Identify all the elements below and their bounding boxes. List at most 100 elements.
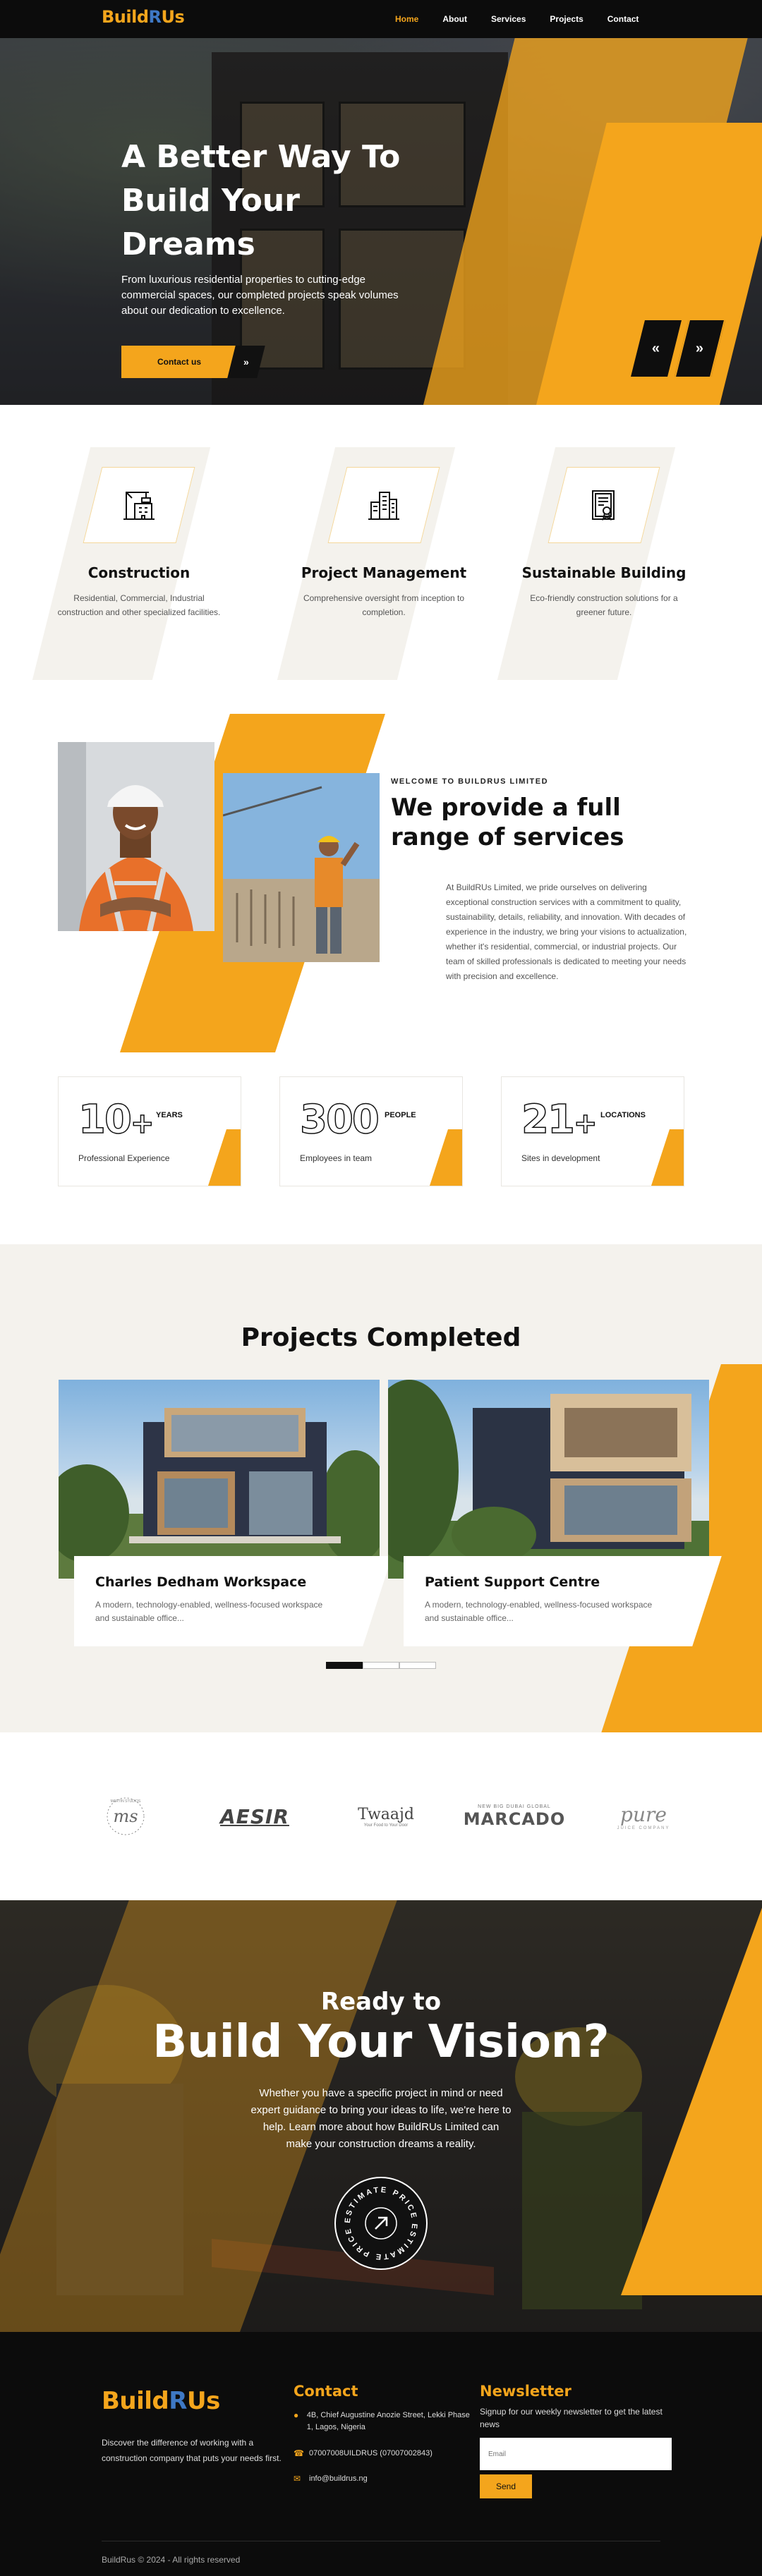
city-buildings-icon: [368, 492, 399, 520]
carousel-dot[interactable]: [326, 1662, 363, 1669]
project-title: Patient Support Centre: [425, 1574, 600, 1590]
newsletter-email-input[interactable]: [480, 2438, 672, 2470]
svg-text:ESTIMATE PRICE: ESTIMATE PRICE: [344, 2223, 418, 2261]
worker-woman-illustration: [58, 742, 214, 931]
client-logo-pure: pure JUICE COMPANY: [617, 1802, 670, 1830]
hero-section: A Better Way To Build Your Dreams From l…: [0, 38, 762, 405]
stat-label: Professional Experience: [78, 1153, 170, 1163]
newsletter-send-button[interactable]: Send: [480, 2474, 532, 2498]
project-card[interactable]: Patient Support Centre A modern, technol…: [388, 1380, 722, 1655]
footer-phone[interactable]: ☎ 07007008UILDRUS (07007002843): [294, 2448, 433, 2460]
brand-logo[interactable]: BuildRUs: [102, 7, 185, 27]
contact-us-button[interactable]: Contact us »: [121, 346, 265, 378]
footer-email[interactable]: ✉ info@buildrus.ng: [294, 2473, 368, 2485]
stat-card-locations: 21+ LOCATIONS Sites in development: [501, 1076, 684, 1186]
stat-card-people: 300 PEOPLE Employees in team: [279, 1076, 463, 1186]
worker-man-illustration: [223, 773, 380, 962]
certificate-document-icon: [592, 490, 615, 521]
page: BuildRUs Home About Services Projects Co…: [0, 0, 762, 2576]
mail-icon: ✉: [294, 2474, 301, 2484]
cta-title: Build Your Vision?: [152, 2016, 610, 2068]
hero-subtitle: From luxurious residential properties to…: [121, 274, 399, 317]
worker-man-photo: [223, 773, 380, 962]
client-logo-twaajd: Twaajd Your Food to Your Door: [358, 1805, 414, 1828]
newsletter-description: Signup for our weekly newsletter to get …: [480, 2407, 663, 2429]
nav-contact[interactable]: Contact: [607, 14, 639, 24]
cta-text: Whether you have a specific project in m…: [250, 2087, 512, 2150]
crane-building-icon: [123, 492, 155, 520]
feature-icon-box: [83, 467, 195, 543]
stat-label: Sites in development: [521, 1153, 600, 1163]
stat-accent: [650, 1129, 684, 1186]
about-section: WELCOME TO BUILDRUS LIMITED We provide a…: [0, 701, 762, 1244]
clients-section: ms MARTIN STUDIOS AESIR Twaajd Your Food…: [0, 1732, 762, 1900]
nav-projects[interactable]: Projects: [550, 14, 583, 24]
modern-house-illustration: [59, 1408, 380, 1579]
feature-title: Construction: [87, 564, 190, 581]
brand-logo-part2: Us: [161, 7, 185, 27]
top-navbar: BuildRUs Home About Services Projects Co…: [0, 0, 762, 38]
feature-text: Eco-friendly construction solutions for …: [530, 593, 678, 617]
stat-number: 21+: [521, 1096, 598, 1143]
footer-newsletter-title: Newsletter: [480, 2383, 572, 2400]
carousel-pagination: [326, 1662, 436, 1669]
footer-logo[interactable]: BuildRUs: [102, 2387, 220, 2415]
nav-links: Home About Services Projects Contact: [395, 0, 639, 38]
phone-text: 07007008UILDRUS (07007002843): [309, 2449, 433, 2457]
client-logo-aesir: AESIR: [220, 1804, 289, 1828]
email-text: info@buildrus.ng: [309, 2474, 368, 2483]
footer: BuildRUs Discover the difference of work…: [0, 2332, 762, 2576]
nav-home[interactable]: Home: [395, 14, 418, 24]
feature-card-construction: Construction Residential, Commercial, In…: [32, 447, 245, 680]
svg-text:MARTIN STUDIOS: MARTIN STUDIOS: [111, 1799, 141, 1804]
features-section: Construction Residential, Commercial, In…: [0, 405, 762, 701]
feature-text: Residential, Commercial, Industrial cons…: [57, 593, 221, 617]
feature-text: Comprehensive oversight from inception t…: [303, 593, 465, 617]
about-eyebrow: WELCOME TO BUILDRUS LIMITED: [391, 777, 549, 786]
brand-logo-part1: Build: [102, 7, 149, 27]
map-pin-icon: ●: [294, 2410, 299, 2420]
ms-logo: ms MARTIN STUDIOS: [107, 1797, 145, 1835]
svg-text:ms: ms: [113, 1806, 138, 1826]
project-info-box: Patient Support Centre A modern, technol…: [404, 1556, 722, 1646]
project-description: A modern, technology-enabled, wellness-f…: [95, 1600, 323, 1623]
modern-house-illustration: [388, 1380, 709, 1579]
client-logo-ms: ms MARTIN STUDIOS: [83, 1797, 168, 1835]
copyright-text: BuildRus © 2024 - All rights reserved: [102, 2555, 241, 2565]
carousel-dot[interactable]: [399, 1662, 436, 1669]
footer-contact-title: Contact: [294, 2383, 358, 2400]
contact-us-label: Contact us: [157, 357, 201, 367]
project-card[interactable]: Charles Dedham Workspace A modern, techn…: [59, 1380, 392, 1655]
feature-card-project-management: Project Management Comprehensive oversig…: [277, 447, 490, 680]
estimate-price-circle-icon: ESTIMATE PRICE ESTIMATE PRICE: [344, 2186, 418, 2261]
carousel-dot[interactable]: [363, 1662, 399, 1669]
feature-icon-box: [548, 467, 660, 543]
nav-about[interactable]: About: [442, 14, 467, 24]
stat-unit: PEOPLE: [385, 1111, 416, 1119]
footer-description: Discover the difference of working with …: [102, 2438, 282, 2463]
address-text: 4B, Chief Augustine Anozie Street, Lekki…: [306, 2411, 470, 2431]
feature-title: Project Management: [301, 564, 467, 581]
projects-section: Projects Completed Charles Dedham Worksp…: [0, 1244, 762, 1732]
project-title: Charles Dedham Workspace: [95, 1574, 307, 1590]
project-image: [388, 1380, 709, 1579]
project-description: A modern, technology-enabled, wellness-f…: [425, 1600, 653, 1623]
nav-services[interactable]: Services: [491, 14, 526, 24]
stat-number: 300: [299, 1096, 380, 1143]
worker-woman-photo: [58, 742, 214, 931]
feature-icon-box: [327, 467, 440, 543]
about-body: At BuildRUs Limited, we pride ourselves …: [446, 882, 687, 981]
stat-number: 10+: [78, 1096, 155, 1143]
project-image: [59, 1380, 380, 1579]
stat-unit: LOCATIONS: [600, 1111, 646, 1119]
brand-logo-r: R: [148, 7, 162, 27]
feature-card-sustainable-building: Sustainable Building Eco-friendly constr…: [497, 447, 710, 680]
stat-accent: [207, 1129, 241, 1186]
stat-unit: YEARS: [156, 1111, 183, 1119]
cta-pretitle: Ready to: [320, 1988, 442, 2016]
hero-title: A Better Way To Build Your Dreams: [121, 139, 401, 262]
double-arrow-left-icon: «: [652, 340, 660, 356]
client-logo-marcado: NEW BIG DUBAI GLOBAL MARCADO: [463, 1804, 566, 1829]
estimate-price-badge[interactable]: ESTIMATE PRICE ESTIMATE PRICE: [334, 2177, 428, 2270]
projects-title: Projects Completed: [241, 1323, 521, 1352]
